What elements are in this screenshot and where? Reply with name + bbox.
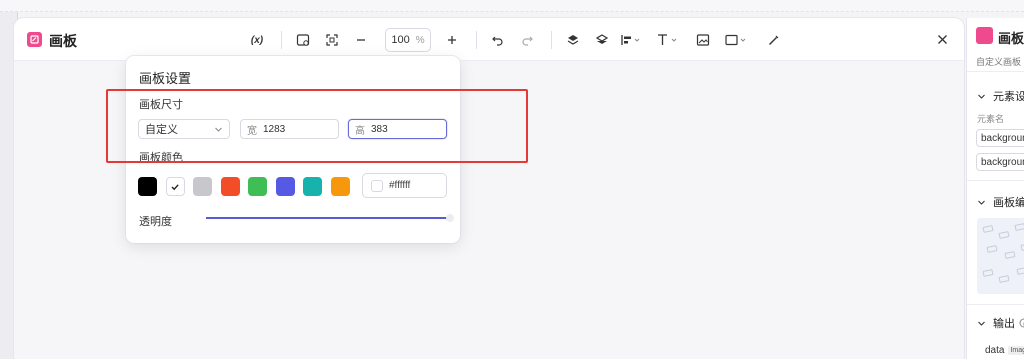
pen-tool-icon[interactable]: [760, 27, 786, 53]
toolbar-divider: [476, 31, 477, 49]
toolbar-divider: [281, 31, 282, 49]
panel-divider: [967, 71, 1024, 72]
redo-icon[interactable]: [514, 27, 540, 53]
element-section-label: 元素设: [993, 91, 1024, 103]
panel-divider: [967, 180, 1024, 181]
app-title: 画板: [49, 33, 77, 49]
toolbar-divider: [551, 31, 552, 49]
highlight-annotation-box: [106, 89, 528, 163]
chevron-down-icon: [978, 321, 985, 326]
output-section[interactable]: 输出: [977, 315, 1024, 331]
canvas-settings-icon[interactable]: [290, 27, 316, 53]
toolbar: (x) 100 %: [244, 27, 789, 53]
color-swatch[interactable]: [303, 177, 322, 196]
fit-screen-icon[interactable]: [319, 27, 345, 53]
color-swatch[interactable]: [330, 177, 350, 196]
color-swatch[interactable]: [220, 177, 240, 196]
canvas-thumbnail[interactable]: [977, 218, 1024, 294]
zoom-unit: %: [415, 34, 425, 46]
image-tool-icon[interactable]: [690, 27, 716, 53]
rectangle-tool-icon[interactable]: [723, 27, 751, 53]
color-swatch[interactable]: [193, 177, 212, 196]
zoom-value: 100: [391, 34, 410, 46]
panel-logo-icon: [976, 27, 993, 44]
element-name-label: 元素名: [977, 114, 1005, 124]
element-name-field[interactable]: backgroun: [976, 129, 1024, 147]
opacity-slider-track[interactable]: [206, 217, 449, 219]
zoom-input[interactable]: 100 %: [385, 28, 431, 52]
opacity-label: 透明度: [139, 216, 172, 228]
info-icon: [1019, 318, 1024, 328]
chevron-down-icon: [978, 94, 985, 99]
panel-subtitle: 自定义画板: [976, 57, 1022, 67]
canvas-section-label: 画板编: [993, 197, 1024, 209]
canvas-editor-section[interactable]: 画板编: [977, 194, 1024, 210]
popover-title: 画板设置: [139, 71, 192, 86]
hex-color-value: #ffffff: [389, 180, 411, 191]
opacity-slider-thumb[interactable]: [446, 214, 454, 222]
hex-color-input[interactable]: #ffffff: [362, 173, 447, 198]
align-left-icon[interactable]: [618, 27, 644, 53]
properties-panel: 画板 自定义画板 元素设 元素名 backgroun backgroun 画板编…: [966, 18, 1024, 359]
editor-header: 画板 (x) 100 %: [14, 18, 964, 61]
hex-color-preview: [371, 179, 383, 192]
color-swatch[interactable]: [138, 177, 157, 196]
close-icon[interactable]: [934, 31, 950, 47]
output-data-type-tag: Imag: [1008, 346, 1024, 355]
layers-icon[interactable]: [589, 27, 615, 53]
zoom-out-icon[interactable]: [348, 27, 374, 53]
zoom-in-icon[interactable]: [439, 27, 465, 53]
panel-divider: [967, 304, 1024, 305]
text-tool-icon[interactable]: [653, 27, 683, 53]
color-swatch[interactable]: [248, 177, 267, 196]
element-settings-section[interactable]: 元素设: [977, 88, 1024, 104]
checkmark-icon: [171, 183, 179, 190]
panel-title: 画板: [998, 31, 1024, 46]
output-data-row: data Imag: [985, 345, 1024, 356]
app-logo-icon: [27, 32, 42, 47]
output-section-label: 输出: [993, 318, 1015, 330]
background-strip: [0, 0, 1024, 12]
chevron-down-icon: [978, 200, 985, 205]
color-swatch[interactable]: [275, 177, 295, 196]
undo-icon[interactable]: [485, 27, 511, 53]
output-data-label: data: [985, 345, 1005, 356]
layer-up-icon[interactable]: [560, 27, 586, 53]
element-type-field[interactable]: backgroun: [976, 153, 1024, 171]
variable-button[interactable]: (x): [244, 27, 270, 53]
color-swatch[interactable]: [165, 177, 185, 196]
